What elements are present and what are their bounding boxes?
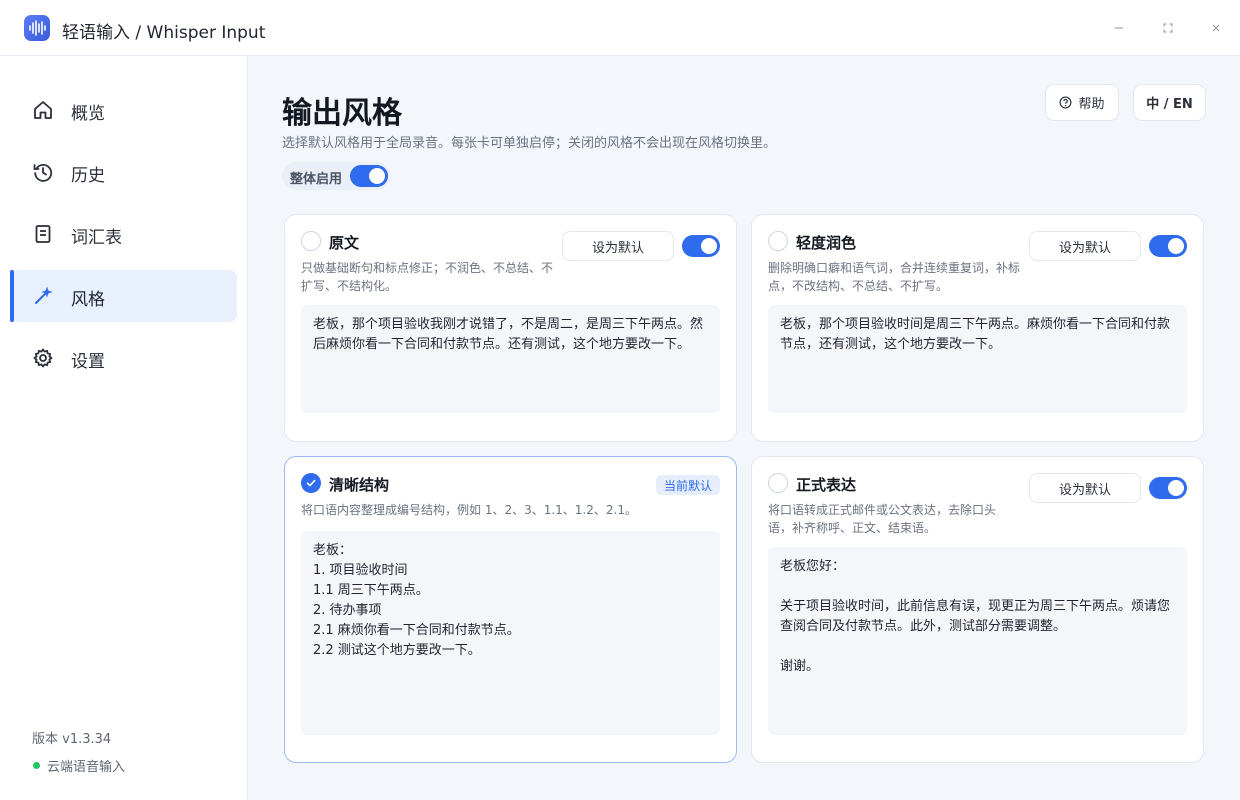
style-card-title: 清晰结构 <box>329 476 390 494</box>
style-enable-toggle[interactable] <box>1149 477 1187 499</box>
page-description: 选择默认风格用于全局录音。每张卡可单独启停；关闭的风格不会出现在风格切换里。 <box>282 136 777 151</box>
sidebar: 概览 历史 词汇表 风格 设置 版本 v1.3.34 云端语音输入 <box>0 56 248 800</box>
language-toggle-button[interactable]: 中 / EN <box>1133 84 1206 121</box>
current-default-badge: 当前默认 <box>655 475 720 495</box>
sidebar-item-style[interactable]: 风格 <box>10 270 237 322</box>
status-text: 云端语音输入 <box>47 760 126 775</box>
set-default-button[interactable]: 设为默认 <box>1029 473 1141 503</box>
minimize-icon <box>1115 27 1123 29</box>
page-title: 输出风格 <box>282 96 402 131</box>
style-preview-text: 老板您好： 关于项目验收时间，此前信息有误，现更正为周三下午两点。烦请您查阅合同… <box>768 547 1187 735</box>
style-radio[interactable] <box>301 231 321 251</box>
master-enable-toggle[interactable] <box>350 165 388 187</box>
maximize-button[interactable] <box>1156 16 1180 40</box>
master-enable-label: 整体启用 <box>290 172 343 187</box>
style-card-description: 将口语转成正式邮件或公文表达，去除口头语，补齐称呼、正文、结束语。 <box>768 503 997 535</box>
language-label: 中 / EN <box>1146 97 1193 112</box>
style-radio[interactable] <box>768 231 788 251</box>
close-button[interactable] <box>1204 16 1228 40</box>
gear-icon <box>33 348 53 368</box>
set-default-button[interactable]: 设为默认 <box>562 231 674 261</box>
toggle-knob <box>1168 238 1184 254</box>
sidebar-item-label: 词汇表 <box>71 228 122 248</box>
style-card-description: 将口语内容整理成编号结构，例如 1、2、3、1.1、1.2、2.1。 <box>301 503 637 517</box>
sidebar-item-overview[interactable]: 概览 <box>10 84 237 136</box>
style-radio[interactable] <box>768 473 788 493</box>
set-default-button[interactable]: 设为默认 <box>1029 231 1141 261</box>
style-enable-toggle[interactable] <box>1149 235 1187 257</box>
toggle-knob <box>369 168 385 184</box>
master-enable-row: 整体启用 <box>282 162 390 190</box>
style-radio[interactable] <box>301 473 321 493</box>
home-icon <box>34 101 52 119</box>
style-card-light-polish[interactable]: 轻度润色 删除明确口癖和语气词，合并连续重复词，补标点，不改结构、不总结、不扩写… <box>751 214 1204 442</box>
style-preview-text: 老板，那个项目验收时间是周三下午两点。麻烦你看一下合同和付款节点，还有测试，这个… <box>768 305 1187 413</box>
maximize-icon <box>1163 23 1173 33</box>
style-card-title: 原文 <box>329 234 360 252</box>
magic-wand-icon <box>35 286 53 304</box>
sidebar-item-history[interactable]: 历史 <box>10 146 237 198</box>
toggle-knob <box>1168 480 1184 496</box>
minimize-button[interactable] <box>1107 16 1131 40</box>
version-label: 版本 v1.3.34 <box>32 732 112 747</box>
toggle-knob <box>701 238 717 254</box>
help-button[interactable]: 帮助 <box>1045 84 1119 121</box>
document-icon <box>35 225 51 243</box>
history-icon <box>33 164 53 182</box>
status-dot <box>33 762 40 769</box>
waveform-icon <box>24 15 50 41</box>
style-card-original[interactable]: 原文 只做基础断句和标点修正；不润色、不总结、不扩写、不结构化。 设为默认 老板… <box>284 214 737 442</box>
style-enable-toggle[interactable] <box>682 235 720 257</box>
title-bar: 轻语输入 / Whisper Input <box>0 0 1240 56</box>
sidebar-item-label: 历史 <box>71 166 105 186</box>
style-card-description: 删除明确口癖和语气词，合并连续重复词，补标点，不改结构、不总结、不扩写。 <box>768 261 1021 293</box>
style-preview-text: 老板： 1. 项目验收时间 1.1 周三下午两点。 2. 待办事项 2.1 麻烦… <box>301 531 720 735</box>
sidebar-item-settings[interactable]: 设置 <box>10 332 237 384</box>
help-icon <box>1060 96 1072 109</box>
sidebar-item-label: 设置 <box>71 352 105 372</box>
check-icon <box>306 479 316 487</box>
help-label: 帮助 <box>1078 97 1105 112</box>
sidebar-item-glossary[interactable]: 词汇表 <box>10 208 237 260</box>
sidebar-item-label: 概览 <box>71 104 105 124</box>
close-icon <box>1212 24 1220 32</box>
style-preview-text: 老板，那个项目验收我刚才说错了，不是周二，是周三下午两点。然后麻烦你看一下合同和… <box>301 305 720 413</box>
sidebar-item-label: 风格 <box>71 290 105 310</box>
style-card-title: 正式表达 <box>796 476 857 494</box>
style-card-title: 轻度润色 <box>796 234 857 252</box>
style-card-formal[interactable]: 正式表达 将口语转成正式邮件或公文表达，去除口头语，补齐称呼、正文、结束语。 设… <box>751 456 1204 763</box>
app-title: 轻语输入 / Whisper Input <box>62 23 266 43</box>
style-card-clear-structure[interactable]: 清晰结构 将口语内容整理成编号结构，例如 1、2、3、1.1、1.2、2.1。 … <box>284 456 737 763</box>
style-card-description: 只做基础断句和标点修正；不润色、不总结、不扩写、不结构化。 <box>301 261 554 293</box>
